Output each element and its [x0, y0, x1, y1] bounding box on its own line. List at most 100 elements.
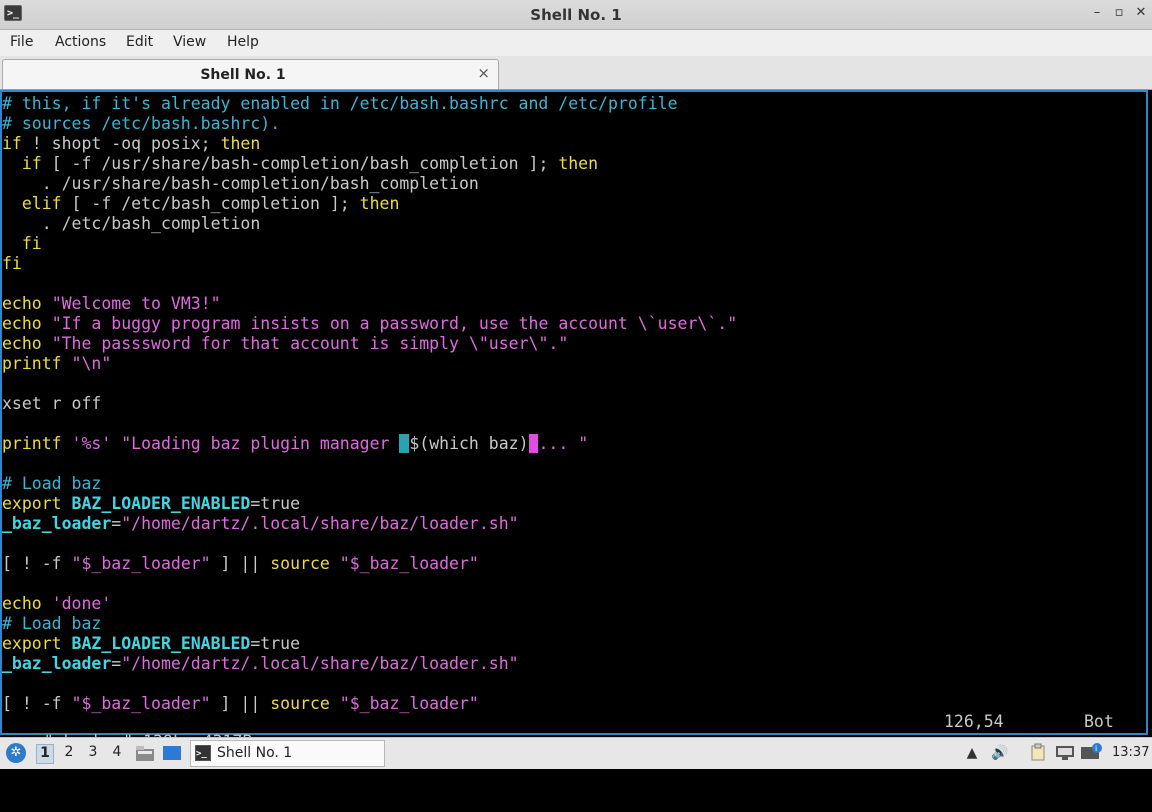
workspace-3[interactable]: 3: [84, 744, 102, 764]
code-token: "$_baz_loader": [71, 554, 211, 573]
volume-icon[interactable]: 🔊: [990, 743, 1010, 763]
terminal-line: [ ! -f "$_baz_loader" ] || source "$_baz…: [2, 694, 1146, 714]
close-window-button[interactable]: ✕: [1132, 4, 1150, 22]
workspace-2[interactable]: 2: [60, 744, 78, 764]
terminal-line: _baz_loader="/home/dartz/.local/share/ba…: [2, 514, 1146, 534]
taskbar: ✲ 1 2 3 4 >_ Shell No. 1 ▲ 🔊 i 13:37: [0, 737, 1152, 769]
code-token: ] ||: [210, 694, 271, 713]
workspace-4[interactable]: 4: [108, 744, 126, 764]
code-token: export: [2, 494, 62, 513]
menu-file[interactable]: File: [10, 34, 33, 50]
code-token: "The passsword for that account is simpl…: [51, 334, 569, 353]
terminal-line: # sources /etc/bash.bashrc).: [2, 114, 1146, 134]
menu-edit[interactable]: Edit: [126, 34, 153, 50]
restore-button[interactable]: ▫: [1110, 4, 1128, 22]
code-token: xset r off: [2, 394, 102, 413]
terminal-line: . /usr/share/bash-completion/bash_comple…: [2, 174, 1146, 194]
code-token: =true: [250, 494, 301, 513]
tab-shell-1[interactable]: Shell No. 1 ×: [2, 59, 499, 89]
code-token: 'done': [51, 594, 112, 613]
terminal-line: # this, if it's already enabled in /etc/…: [2, 94, 1146, 114]
code-token: "$_baz_loader": [71, 694, 211, 713]
notification-icon[interactable]: i: [1080, 743, 1102, 763]
code-token: =true: [250, 634, 301, 653]
code-token: '%s': [71, 434, 112, 453]
code-token: echo: [2, 294, 42, 313]
menu-help[interactable]: Help: [227, 34, 259, 50]
window-title: Shell No. 1: [530, 6, 622, 24]
terminal-view[interactable]: # this, if it's already enabled in /etc/…: [0, 90, 1148, 751]
terminal-line: echo "The passsword for that account is …: [2, 334, 1146, 354]
code-token: # Load baz: [2, 614, 102, 633]
code-token: "\n": [71, 354, 112, 373]
code-token: [ -f /usr/share/bash-completion/bash_com…: [41, 154, 559, 173]
code-token: elif: [21, 194, 62, 213]
code-token: fi: [21, 234, 42, 253]
terminal-line: export BAZ_LOADER_ENABLED=true: [2, 494, 1146, 514]
status-scroll-position: Bot: [1084, 712, 1114, 731]
code-token: printf: [2, 354, 62, 373]
terminal-line: fi: [2, 254, 1146, 274]
code-token: source: [270, 694, 330, 713]
code-token: . /usr/share/bash-completion/bash_comple…: [2, 174, 479, 193]
code-token: [ ! -f: [2, 694, 72, 713]
task-terminal-icon: >_: [195, 745, 211, 761]
window-titlebar[interactable]: >_ Shell No. 1 – ▫ ✕: [0, 0, 1152, 30]
task-label: Shell No. 1: [217, 745, 293, 761]
code-token: export: [2, 634, 62, 653]
clock: 13:37: [1112, 745, 1150, 760]
code-token: "Loading baz plugin manager: [121, 434, 400, 453]
code-token: "$_baz_loader": [339, 554, 479, 573]
clipboard-icon[interactable]: [1028, 743, 1048, 763]
terminal-line: . /etc/bash_completion: [2, 214, 1146, 234]
code-token: ! shopt -oq posix;: [21, 134, 221, 153]
terminal-line: echo "If a buggy program insists on a pa…: [2, 314, 1146, 334]
code-token: source: [270, 554, 330, 573]
menu-actions[interactable]: Actions: [55, 34, 106, 50]
code-token: . /etc/bash_completion: [2, 214, 261, 233]
code-token: if: [2, 134, 22, 153]
terminal-line: printf "\n": [2, 354, 1146, 374]
terminal-content[interactable]: # this, if it's already enabled in /etc/…: [2, 94, 1146, 714]
code-token: [ -f /etc/bash_completion ];: [61, 194, 360, 213]
code-token: =: [111, 654, 122, 673]
show-desktop-icon[interactable]: [162, 744, 182, 762]
code-token: then: [558, 154, 599, 173]
network-icon[interactable]: [1055, 743, 1075, 763]
code-token: BAZ_LOADER_ENABLED: [71, 634, 251, 653]
menu-bar: File Actions Edit View Help: [0, 30, 1152, 56]
code-token: fi: [2, 254, 22, 273]
minimize-button[interactable]: –: [1088, 4, 1106, 22]
terminal-line: echo 'done': [2, 594, 1146, 614]
upload-icon[interactable]: ▲: [962, 743, 982, 763]
code-token: "If a buggy program insists on a passwor…: [51, 314, 738, 333]
file-manager-icon[interactable]: [135, 744, 155, 762]
taskbar-task-shell[interactable]: >_ Shell No. 1: [190, 740, 385, 767]
terminal-line: [ ! -f "$_baz_loader" ] || source "$_baz…: [2, 554, 1146, 574]
tab-close-icon[interactable]: ×: [477, 64, 490, 82]
code-token: "Welcome to VM3!": [51, 294, 221, 313]
svg-text:i: i: [1095, 744, 1097, 753]
terminal-line: # Load baz: [2, 474, 1146, 494]
terminal-line: echo "Welcome to VM3!": [2, 294, 1146, 314]
code-token: "/home/dartz/.local/share/baz/loader.sh": [121, 654, 519, 673]
menu-view[interactable]: View: [173, 34, 206, 50]
code-token: # Load baz: [2, 474, 102, 493]
code-token: "$_baz_loader": [339, 694, 479, 713]
terminal-line: if ! shopt -oq posix; then: [2, 134, 1146, 154]
start-menu-icon[interactable]: ✲: [6, 743, 26, 763]
workspace-1[interactable]: 1: [36, 744, 54, 764]
